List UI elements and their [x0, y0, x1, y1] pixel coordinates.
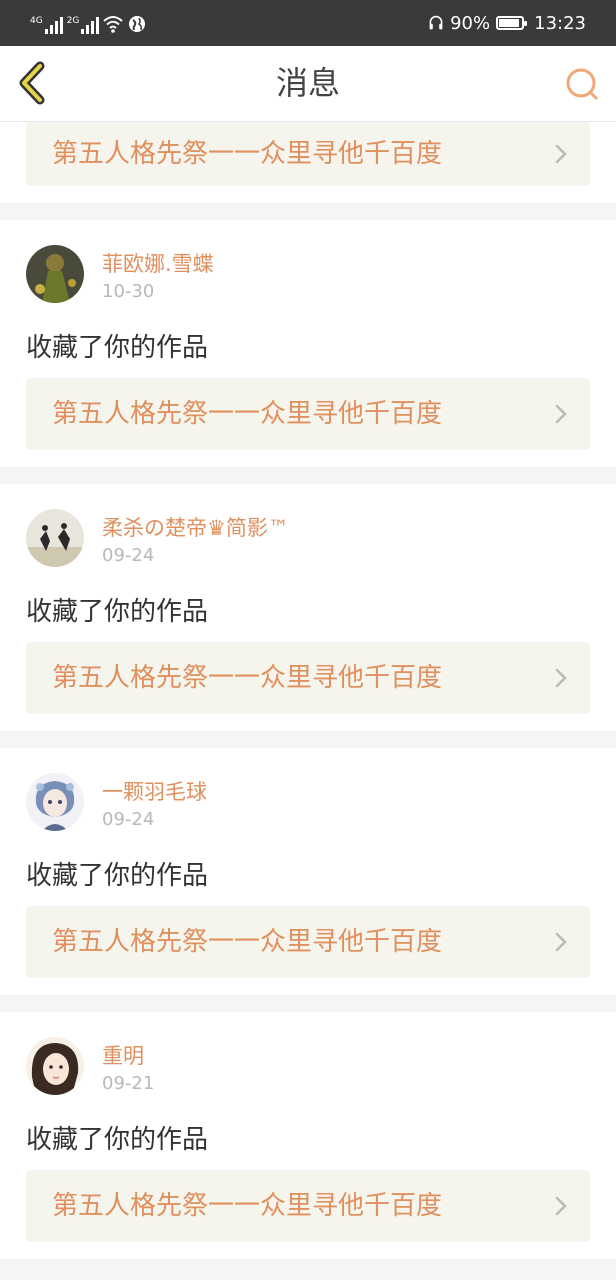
username[interactable]: 菲欧娜.雪蝶 — [102, 248, 214, 278]
work-title: 第五人格先祭一一众里寻他千百度 — [52, 399, 443, 429]
chevron-right-icon — [555, 932, 567, 952]
username[interactable]: 重明 — [102, 1040, 144, 1070]
chevron-right-icon — [555, 144, 567, 164]
status-bar: 4G 2G 90% 13:23 — [0, 0, 616, 46]
message-card: 菲欧娜.雪蝶 10-30 收藏了你的作品 第五人格先祭一一众里寻他千百度 — [0, 220, 616, 467]
message-feed: 第五人格先祭一一众里寻他千百度 菲欧娜.雪蝶 10-30 收藏了你的作品 第五人… — [0, 122, 616, 1259]
work-title: 第五人格先祭一一众里寻他千百度 — [52, 927, 443, 957]
work-link[interactable]: 第五人格先祭一一众里寻他千百度 — [26, 906, 590, 978]
work-title: 第五人格先祭一一众里寻他千百度 — [52, 663, 443, 693]
message-date: 09-24 — [102, 545, 155, 566]
chevron-right-icon — [555, 668, 567, 688]
work-link[interactable]: 第五人格先祭一一众里寻他千百度 — [26, 122, 590, 186]
headphones-icon — [429, 15, 443, 30]
message-header: 菲欧娜.雪蝶 10-30 — [26, 220, 590, 304]
work-link[interactable]: 第五人格先祭一一众里寻他千百度 — [26, 642, 590, 714]
avatar[interactable] — [26, 509, 84, 567]
message-card: 柔杀の楚帝♛简影™ 09-24 收藏了你的作品 第五人格先祭一一众里寻他千百度 — [0, 484, 616, 731]
message-card: 第五人格先祭一一众里寻他千百度 — [0, 122, 616, 203]
wifi-icon — [103, 16, 124, 33]
message-header: 柔杀の楚帝♛简影™ 09-24 — [26, 484, 590, 568]
work-link[interactable]: 第五人格先祭一一众里寻他千百度 — [26, 1170, 590, 1242]
username[interactable]: 柔杀の楚帝♛简影™ — [102, 512, 289, 542]
signal-4g: 4G — [30, 17, 63, 34]
message-card: 一颗羽毛球 09-24 收藏了你的作品 第五人格先祭一一众里寻他千百度 — [0, 748, 616, 995]
avatar[interactable] — [26, 1037, 84, 1095]
chevron-right-icon — [555, 1196, 567, 1216]
status-right: 90% 13:23 — [428, 10, 586, 36]
message-header: 一颗羽毛球 09-24 — [26, 748, 590, 832]
message-date: 09-21 — [102, 1073, 155, 1094]
page-title: 消息 — [275, 64, 340, 102]
chevron-right-icon — [555, 404, 567, 424]
username[interactable]: 一颗羽毛球 — [102, 776, 207, 806]
signal-bars-icon — [81, 17, 100, 34]
message-header: 重明 09-21 — [26, 1012, 590, 1096]
globe-icon — [129, 16, 146, 32]
app-header: 消息 — [0, 46, 616, 122]
message-date: 09-24 — [102, 809, 155, 830]
work-title: 第五人格先祭一一众里寻他千百度 — [52, 139, 443, 169]
battery-icon — [496, 16, 528, 30]
message-action: 收藏了你的作品 — [26, 597, 209, 627]
message-action: 收藏了你的作品 — [26, 1125, 209, 1155]
message-date: 10-30 — [102, 281, 155, 302]
signal-2g: 2G — [67, 17, 100, 34]
network-type-label: 2G — [66, 16, 80, 26]
network-type-label: 4G — [30, 16, 43, 26]
status-left: 4G 2G — [30, 10, 147, 34]
search-icon[interactable] — [564, 66, 600, 102]
message-action: 收藏了你的作品 — [26, 861, 209, 891]
work-title: 第五人格先祭一一众里寻他千百度 — [52, 1191, 443, 1221]
clock: 13:23 — [534, 12, 586, 34]
work-link[interactable]: 第五人格先祭一一众里寻他千百度 — [26, 378, 590, 450]
message-action: 收藏了你的作品 — [26, 333, 209, 363]
message-card: 重明 09-21 收藏了你的作品 第五人格先祭一一众里寻他千百度 — [0, 1012, 616, 1259]
battery-level — [499, 19, 519, 27]
avatar[interactable] — [26, 245, 84, 303]
signal-bars-icon — [44, 17, 63, 34]
avatar[interactable] — [26, 773, 84, 831]
battery-percent: 90% — [450, 12, 491, 34]
